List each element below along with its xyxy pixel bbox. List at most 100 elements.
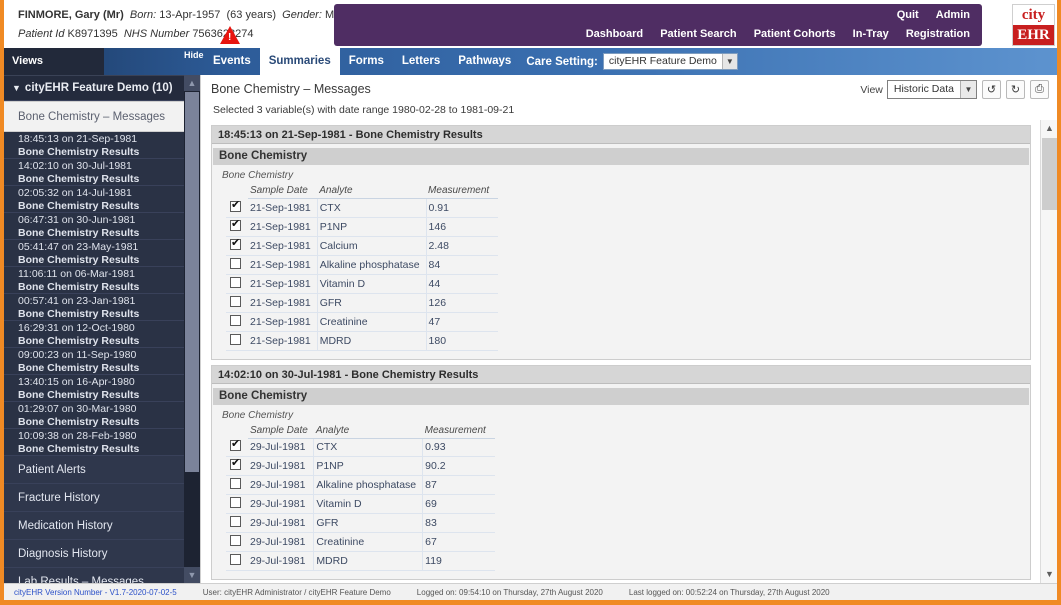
chevron-up-icon[interactable]: ▲ xyxy=(1041,120,1058,137)
sidebar-event-item[interactable]: 05:41:47 on 23-May-1981Bone Chemistry Re… xyxy=(4,240,200,267)
chevron-down-icon[interactable]: ▼ xyxy=(1041,566,1058,583)
table-row[interactable]: 29-Jul-1981Creatinine67 xyxy=(226,533,495,552)
sidebar-event-title: Bone Chemistry Results xyxy=(18,443,200,456)
checkbox-unchecked-icon[interactable] xyxy=(230,535,241,546)
table-row[interactable]: 21-Sep-1981P1NP146 xyxy=(226,217,498,236)
sidebar-event-item[interactable]: 09:00:23 on 11-Sep-1980Bone Chemistry Re… xyxy=(4,348,200,375)
sidebar-event-item[interactable]: 14:02:10 on 30-Jul-1981Bone Chemistry Re… xyxy=(4,159,200,186)
tab-pathways[interactable]: Pathways xyxy=(449,48,520,75)
row-select-cell[interactable] xyxy=(226,438,248,457)
cell-analyte: GFR xyxy=(314,514,423,533)
checkbox-unchecked-icon[interactable] xyxy=(230,516,241,527)
care-setting-select[interactable]: cityEHR Feature Demo ▼ xyxy=(603,53,738,70)
checkbox-checked-icon[interactable] xyxy=(230,220,241,231)
tab-letters[interactable]: Letters xyxy=(393,48,449,75)
nav-registration[interactable]: Registration xyxy=(906,28,970,40)
row-select-cell[interactable] xyxy=(226,293,248,312)
table-row[interactable]: 29-Jul-1981CTX0.93 xyxy=(226,438,495,457)
table-row[interactable]: 21-Sep-1981Creatinine47 xyxy=(226,312,498,331)
undo-arrow-icon[interactable]: ↺ xyxy=(982,80,1001,99)
checkbox-unchecked-icon[interactable] xyxy=(230,554,241,565)
nav-patient-search[interactable]: Patient Search xyxy=(660,28,736,40)
sidebar-event-item[interactable]: 10:09:38 on 28-Feb-1980Bone Chemistry Re… xyxy=(4,429,200,456)
hide-views-link[interactable]: Hide xyxy=(184,50,204,60)
checkbox-unchecked-icon[interactable] xyxy=(230,258,241,269)
nav-in-tray[interactable]: In-Tray xyxy=(853,28,889,40)
table-row[interactable]: 29-Jul-1981GFR83 xyxy=(226,514,495,533)
nav-quit[interactable]: Quit xyxy=(897,9,919,21)
sidebar-event-item[interactable]: 16:29:31 on 12-Oct-1980Bone Chemistry Re… xyxy=(4,321,200,348)
tab-summaries[interactable]: Summaries xyxy=(260,48,340,75)
row-select-cell[interactable] xyxy=(226,274,248,293)
row-select-cell[interactable] xyxy=(226,533,248,552)
checkbox-checked-icon[interactable] xyxy=(230,459,241,470)
sidebar-category-item[interactable]: Lab Results – Messages xyxy=(4,568,200,583)
cell-measurement: 180 xyxy=(426,331,498,350)
table-row[interactable]: 21-Sep-1981GFR126 xyxy=(226,293,498,312)
row-select-cell[interactable] xyxy=(226,199,248,218)
row-select-cell[interactable] xyxy=(226,217,248,236)
table-row[interactable]: 29-Jul-1981MDRD119 xyxy=(226,552,495,571)
tab-forms[interactable]: Forms xyxy=(340,48,393,75)
chevron-up-icon[interactable]: ▲ xyxy=(184,75,200,91)
results-panel-header: 18:45:13 on 21-Sep-1981 - Bone Chemistry… xyxy=(212,126,1030,144)
main-scrollbar[interactable]: ▲ ▼ xyxy=(1040,120,1057,583)
table-row[interactable]: 21-Sep-1981Alkaline phosphatase84 xyxy=(226,255,498,274)
nav-admin[interactable]: Admin xyxy=(936,9,970,21)
checkbox-unchecked-icon[interactable] xyxy=(230,315,241,326)
sidebar-event-item[interactable]: 06:47:31 on 30-Jun-1981Bone Chemistry Re… xyxy=(4,213,200,240)
printer-icon[interactable]: ⎙ xyxy=(1030,80,1049,99)
table-row[interactable]: 21-Sep-1981CTX0.91 xyxy=(226,199,498,218)
checkbox-unchecked-icon[interactable] xyxy=(230,296,241,307)
checkbox-checked-icon[interactable] xyxy=(230,239,241,250)
row-select-cell[interactable] xyxy=(226,476,248,495)
sidebar-event-item[interactable]: 18:45:13 on 21-Sep-1981Bone Chemistry Re… xyxy=(4,132,200,159)
sidebar-event-item[interactable]: 01:29:07 on 30-Mar-1980Bone Chemistry Re… xyxy=(4,402,200,429)
global-nav-bar: Quit Admin Dashboard Patient Search Pati… xyxy=(334,4,982,46)
row-select-cell[interactable] xyxy=(226,514,248,533)
refresh-circle-icon[interactable]: ↻ xyxy=(1006,80,1025,99)
sidebar-scrollbar-thumb[interactable] xyxy=(185,92,199,472)
table-row[interactable]: 29-Jul-1981P1NP90.2 xyxy=(226,457,495,476)
row-select-cell[interactable] xyxy=(226,312,248,331)
table-row[interactable]: 21-Sep-1981MDRD180 xyxy=(226,331,498,350)
checkbox-unchecked-icon[interactable] xyxy=(230,497,241,508)
checkbox-checked-icon[interactable] xyxy=(230,440,241,451)
view-select[interactable]: Historic Data ▼ xyxy=(887,80,977,99)
cityehr-logo[interactable]: city EHR xyxy=(1012,4,1055,46)
view-select-value: Historic Data xyxy=(888,81,960,98)
table-row[interactable]: 29-Jul-1981Alkaline phosphatase87 xyxy=(226,476,495,495)
sidebar-category-item[interactable]: Diagnosis History xyxy=(4,540,200,568)
sidebar-category-item[interactable]: Patient Alerts xyxy=(4,456,200,484)
table-row[interactable]: 21-Sep-1981Calcium2.48 xyxy=(226,236,498,255)
main-content-panel: Bone Chemistry – Messages View Historic … xyxy=(200,75,1057,583)
row-select-cell[interactable] xyxy=(226,457,248,476)
sidebar-event-item[interactable]: 13:40:15 on 16-Apr-1980Bone Chemistry Re… xyxy=(4,375,200,402)
row-select-cell[interactable] xyxy=(226,255,248,274)
checkbox-unchecked-icon[interactable] xyxy=(230,478,241,489)
row-select-cell[interactable] xyxy=(226,552,248,571)
sidebar-category-item[interactable]: Medication History xyxy=(4,512,200,540)
row-select-cell[interactable] xyxy=(226,495,248,514)
nav-patient-cohorts[interactable]: Patient Cohorts xyxy=(754,28,836,40)
main-scrollbar-thumb[interactable] xyxy=(1042,138,1057,210)
tab-events[interactable]: Events xyxy=(204,48,260,75)
sidebar-category-item[interactable]: Fracture History xyxy=(4,484,200,512)
chevron-down-icon[interactable]: ▼ xyxy=(184,567,200,583)
sidebar-event-item[interactable]: 00:57:41 on 23-Jan-1981Bone Chemistry Re… xyxy=(4,294,200,321)
table-row[interactable]: 21-Sep-1981Vitamin D44 xyxy=(226,274,498,293)
sidebar-item-bone-chemistry-messages[interactable]: Bone Chemistry – Messages xyxy=(4,101,200,132)
row-select-cell[interactable] xyxy=(226,236,248,255)
nav-dashboard[interactable]: Dashboard xyxy=(586,28,643,40)
checkbox-unchecked-icon[interactable] xyxy=(230,334,241,345)
checkbox-checked-icon[interactable] xyxy=(230,201,241,212)
table-row[interactable]: 29-Jul-1981Vitamin D69 xyxy=(226,495,495,514)
sidebar-event-title: Bone Chemistry Results xyxy=(18,227,200,240)
sidebar-event-item[interactable]: 02:05:32 on 14-Jul-1981Bone Chemistry Re… xyxy=(4,186,200,213)
checkbox-unchecked-icon[interactable] xyxy=(230,277,241,288)
sidebar-tree-root[interactable]: ▼cityEHR Feature Demo (10) xyxy=(4,76,200,101)
row-select-cell[interactable] xyxy=(226,331,248,350)
sidebar-scrollbar[interactable]: ▲ ▼ xyxy=(184,75,200,583)
sidebar-event-item[interactable]: 11:06:11 on 06-Mar-1981Bone Chemistry Re… xyxy=(4,267,200,294)
cell-date: 29-Jul-1981 xyxy=(248,438,314,457)
